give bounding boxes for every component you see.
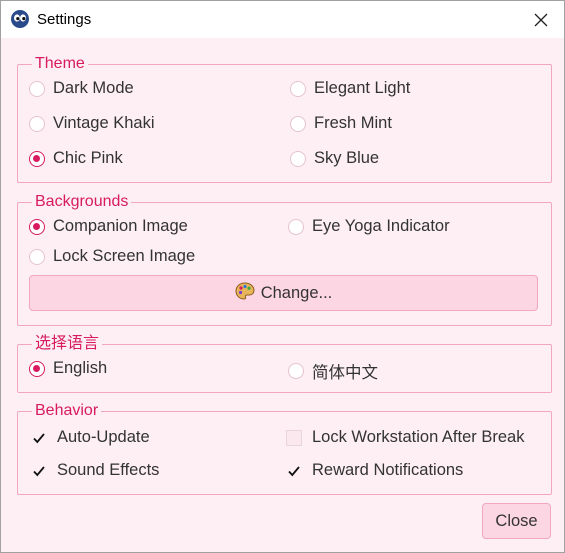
theme-option-dark-mode[interactable]: Dark Mode <box>29 79 134 98</box>
change-button-label: Change... <box>260 283 333 302</box>
change-background-button[interactable]: Change... <box>29 275 538 311</box>
behavior-option-auto-update[interactable]: Auto-Update <box>31 428 150 447</box>
background-option-lock-screen-image[interactable]: Lock Screen Image <box>29 247 195 266</box>
checkbox-checked[interactable] <box>31 430 47 446</box>
option-label: Vintage Khaki <box>53 114 155 132</box>
palette-icon <box>235 281 255 305</box>
radio-button-selected[interactable] <box>29 150 45 167</box>
radio-button[interactable] <box>290 80 306 97</box>
close-button[interactable]: Close <box>482 503 551 539</box>
checkbox-unchecked[interactable] <box>286 429 302 446</box>
language-option-simplified-chinese[interactable]: 简体中文 <box>288 359 378 383</box>
theme-option-sky-blue[interactable]: Sky Blue <box>290 149 379 168</box>
background-option-eye-yoga-indicator[interactable]: Eye Yoga Indicator <box>288 217 450 236</box>
option-label: 简体中文 <box>312 364 378 382</box>
option-label: Sound Effects <box>57 461 160 479</box>
close-button-label: Close <box>495 511 538 530</box>
radio-button[interactable] <box>29 248 45 265</box>
option-label: Lock Workstation After Break <box>312 428 525 446</box>
radio-button[interactable] <box>290 115 306 132</box>
radio-button[interactable] <box>288 363 304 379</box>
language-group-title: 选择语言 <box>35 335 100 352</box>
theme-option-chic-pink[interactable]: Chic Pink <box>29 149 123 168</box>
option-label: English <box>53 359 108 377</box>
behavior-group: Behavior <box>17 403 552 495</box>
radio-button-selected[interactable] <box>29 218 45 235</box>
theme-group-title: Theme <box>35 55 85 72</box>
radio-button[interactable] <box>29 80 45 97</box>
behavior-option-lock-workstation[interactable]: Lock Workstation After Break <box>286 428 524 447</box>
option-label: Dark Mode <box>53 79 134 97</box>
option-label: Fresh Mint <box>314 114 392 132</box>
theme-option-fresh-mint[interactable]: Fresh Mint <box>290 114 392 133</box>
checkbox-checked[interactable] <box>286 463 302 479</box>
theme-option-elegant-light[interactable]: Elegant Light <box>290 79 410 98</box>
behavior-group-title: Behavior <box>35 402 99 419</box>
checkbox-checked[interactable] <box>31 463 47 479</box>
option-label: Eye Yoga Indicator <box>312 217 450 235</box>
window-close-icon[interactable] <box>526 5 556 35</box>
option-label: Elegant Light <box>314 79 411 97</box>
behavior-option-sound-effects[interactable]: Sound Effects <box>31 461 159 480</box>
app-eyes-icon <box>11 10 29 28</box>
behavior-option-reward-notifications[interactable]: Reward Notifications <box>286 461 463 480</box>
language-option-english[interactable]: English <box>29 359 107 378</box>
radio-button-selected[interactable] <box>29 360 45 377</box>
backgrounds-group-title: Backgrounds <box>35 193 129 210</box>
option-label: Lock Screen Image <box>53 247 196 265</box>
window-title: Settings <box>37 11 92 28</box>
radio-button[interactable] <box>29 115 45 132</box>
settings-window: Settings Theme Dark Mode Elegant Light V… <box>0 0 565 553</box>
option-label: Sky Blue <box>314 149 380 167</box>
option-label: Auto-Update <box>57 428 150 446</box>
background-option-companion-image[interactable]: Companion Image <box>29 217 188 236</box>
radio-button[interactable] <box>288 218 304 235</box>
option-label: Reward Notifications <box>312 461 464 479</box>
theme-option-vintage-khaki[interactable]: Vintage Khaki <box>29 114 155 133</box>
title-bar: Settings <box>1 1 564 38</box>
option-label: Chic Pink <box>53 149 123 167</box>
option-label: Companion Image <box>53 217 188 235</box>
radio-button[interactable] <box>290 150 306 167</box>
